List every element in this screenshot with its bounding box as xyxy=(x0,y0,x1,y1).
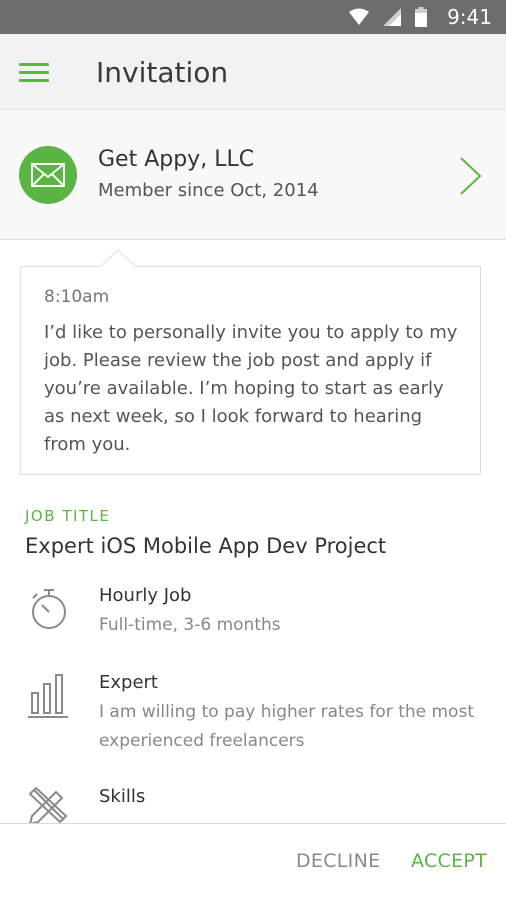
signal-icon xyxy=(383,8,402,26)
invitation-message: 8:10am I’d like to personally invite you… xyxy=(20,266,481,475)
status-time: 9:41 xyxy=(447,5,492,29)
bar-chart-icon xyxy=(28,674,68,718)
experience-level-title: Expert xyxy=(99,672,158,693)
skills-title: Skills xyxy=(99,786,146,807)
job-title: Expert iOS Mobile App Dev Project xyxy=(25,534,387,558)
client-avatar xyxy=(19,146,77,204)
job-type-title: Hourly Job xyxy=(99,585,192,606)
accept-button[interactable]: ACCEPT xyxy=(411,850,487,872)
message-text: I’d like to personally invite you to app… xyxy=(44,322,458,455)
job-type-subtitle: Full-time, 3-6 months xyxy=(99,615,281,635)
chevron-right-icon[interactable] xyxy=(458,155,484,197)
status-bar: 9:41 xyxy=(0,0,506,34)
message-pointer xyxy=(100,250,136,268)
wifi-icon xyxy=(349,8,370,25)
battery-icon xyxy=(415,7,428,27)
page-title: Invitation xyxy=(96,56,229,89)
pencil-ruler-icon xyxy=(28,786,68,824)
job-title-label: JOB TITLE xyxy=(25,507,111,525)
hamburger-menu-icon[interactable] xyxy=(19,61,49,85)
action-bar: DECLINE ACCEPT xyxy=(0,823,506,900)
experience-level-subtitle: I am willing to pay higher rates for the… xyxy=(99,702,474,751)
status-icons: 9:41 xyxy=(349,0,492,34)
stopwatch-icon xyxy=(32,589,66,629)
decline-button[interactable]: DECLINE xyxy=(296,850,380,872)
client-card[interactable]: Get Appy, LLC Member since Oct, 2014 xyxy=(0,110,506,240)
message-time: 8:10am xyxy=(44,287,110,307)
app-bar: Invitation xyxy=(0,34,506,110)
client-member-since: Member since Oct, 2014 xyxy=(98,180,319,201)
client-name: Get Appy, LLC xyxy=(98,147,255,172)
envelope-icon xyxy=(31,163,65,187)
